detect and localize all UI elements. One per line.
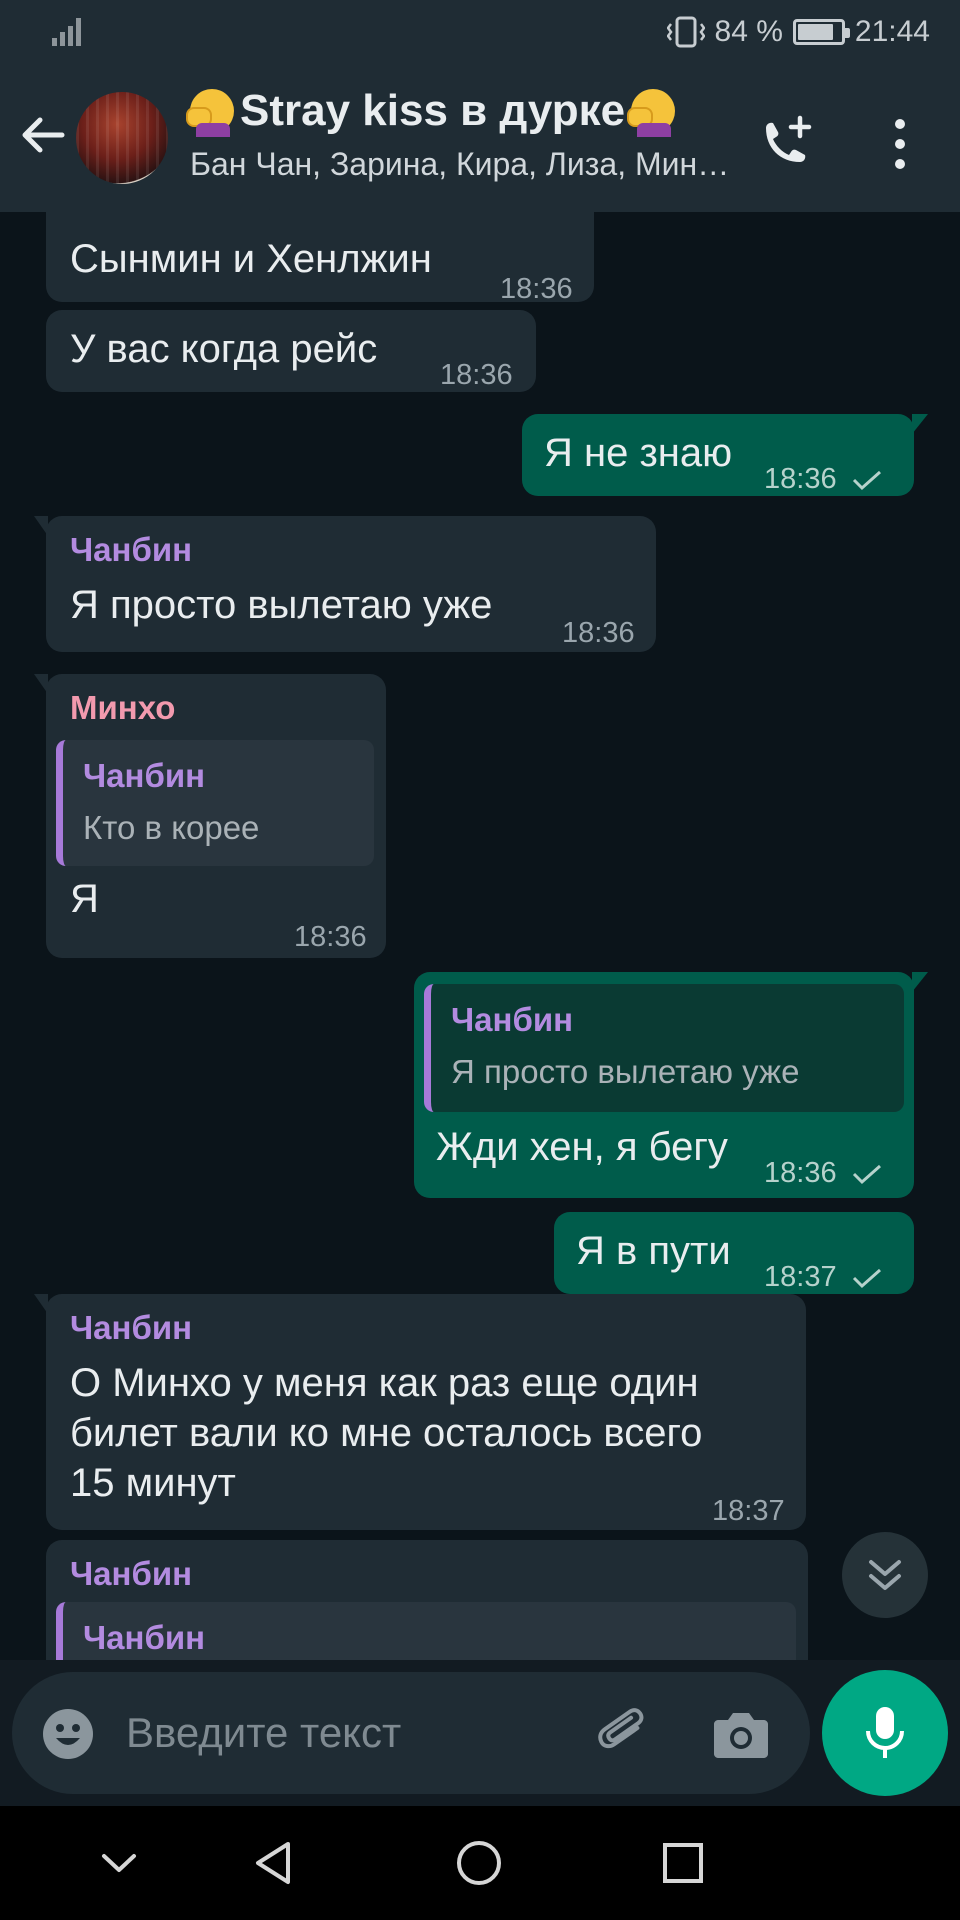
message-bubble[interactable]: Я не знаю 18:36 [522,414,928,496]
double-chevron-down-icon [869,1560,901,1590]
mic-icon [866,1707,904,1758]
quoted-message[interactable]: Чанбин [56,1602,796,1660]
message-text: Я [70,877,99,921]
sent-check-icon [852,471,881,491]
camera-icon[interactable] [712,1708,770,1760]
message-bubble[interactable]: Чанбин Я просто вылетаю уже Жди хен, я б… [414,972,928,1198]
message-bubble[interactable]: Чанбин Я просто вылетаю уже 18:36 [34,516,656,652]
back-arrow-icon[interactable] [16,108,70,162]
signal-icon [52,18,81,46]
battery-percent: 84 % [714,15,783,48]
message-bubble[interactable]: Я в пути 18:37 [554,1212,914,1294]
quoted-message[interactable]: Чанбин Кто в корее [56,740,374,866]
quoted-message[interactable]: Чанбин Я просто вылетаю уже [424,984,904,1112]
system-nav-bar [0,1806,960,1920]
facepalm-emoji-icon [627,89,676,137]
message-text: О Минхо у меня как раз еще один билет ва… [70,1361,703,1505]
message-time: 18:36 [500,273,573,305]
message-text: Я просто вылетаю уже [70,583,493,627]
sender-name: Чанбин [70,1309,193,1346]
chat-participants: Бан Чан, Зарина, Кира, Лиза, Минхо... [190,146,730,182]
message-time: 18:37 [712,1495,785,1527]
message-text: Жди хен, я бегу [436,1125,728,1169]
sent-check-icon [852,1165,881,1185]
message-time: 18:36 [764,463,837,495]
battery-fill [797,24,834,40]
facepalm-emoji-icon [186,89,234,137]
quote-sender: Чанбин [83,1619,206,1656]
sender-name: Чанбин [70,531,193,568]
chat-header: Stray kiss в дурке Бан Чан, Зарина, Кира… [0,64,960,212]
back-triangle-icon[interactable] [248,1836,302,1890]
message-time: 18:36 [440,359,513,391]
message-time: 18:37 [764,1261,837,1293]
scroll-to-bottom-button[interactable] [842,1532,928,1618]
message-bubble[interactable]: Минхо Чанбин Кто в корее Я 18:36 [34,674,386,958]
add-call-icon[interactable] [756,114,816,170]
battery-icon [792,19,850,45]
message-list[interactable]: Чанбин Сынмин и Хенлжин 18:36 У вас когд… [0,212,960,1660]
message-time: 18:36 [294,921,367,953]
status-bar: 84 % 21:44 [0,0,960,64]
message-text: У вас когда рейс [70,327,378,371]
message-text: Я не знаю [544,431,733,475]
message-time: 18:36 [764,1157,837,1189]
message-input[interactable] [126,1700,486,1766]
recents-square-icon[interactable] [656,1836,710,1890]
mic-button[interactable] [822,1670,948,1796]
message-bubble[interactable]: Чанбин Сынмин и Хенлжин 18:36 [46,212,594,305]
message-time: 18:36 [562,617,635,649]
group-avatar[interactable] [76,92,168,184]
sender-name: Минхо [70,689,176,726]
sender-name: Чанбин [70,1555,193,1592]
quote-sender: Чанбин [83,757,206,794]
message-text: Я в пути [576,1229,731,1273]
quote-sender: Чанбин [451,1001,574,1038]
home-circle-icon[interactable] [452,1836,506,1890]
emoji-icon[interactable] [42,1708,94,1760]
clock: 21:44 [854,15,930,48]
chat-title: Stray kiss в дурке [240,86,626,135]
message-bubble[interactable]: Чанбин О Минхо у меня как раз еще один б… [34,1294,806,1530]
vibrate-icon [666,16,705,48]
message-bubble[interactable]: У вас когда рейс 18:36 [46,310,536,392]
message-bubble[interactable]: Чанбин Чанбин [46,1540,808,1660]
chevron-down-icon[interactable] [92,1836,146,1890]
chat-title-area[interactable]: Stray kiss в дурке Бан Чан, Зарина, Кира… [186,86,730,183]
more-vert-icon[interactable] [880,114,920,174]
attach-icon[interactable] [596,1706,654,1764]
message-composer [12,1672,810,1794]
sent-check-icon [852,1269,881,1289]
quote-text: Кто в корее [83,809,260,846]
message-text: Сынмин и Хенлжин [70,237,432,281]
quote-text: Я просто вылетаю уже [451,1053,800,1090]
